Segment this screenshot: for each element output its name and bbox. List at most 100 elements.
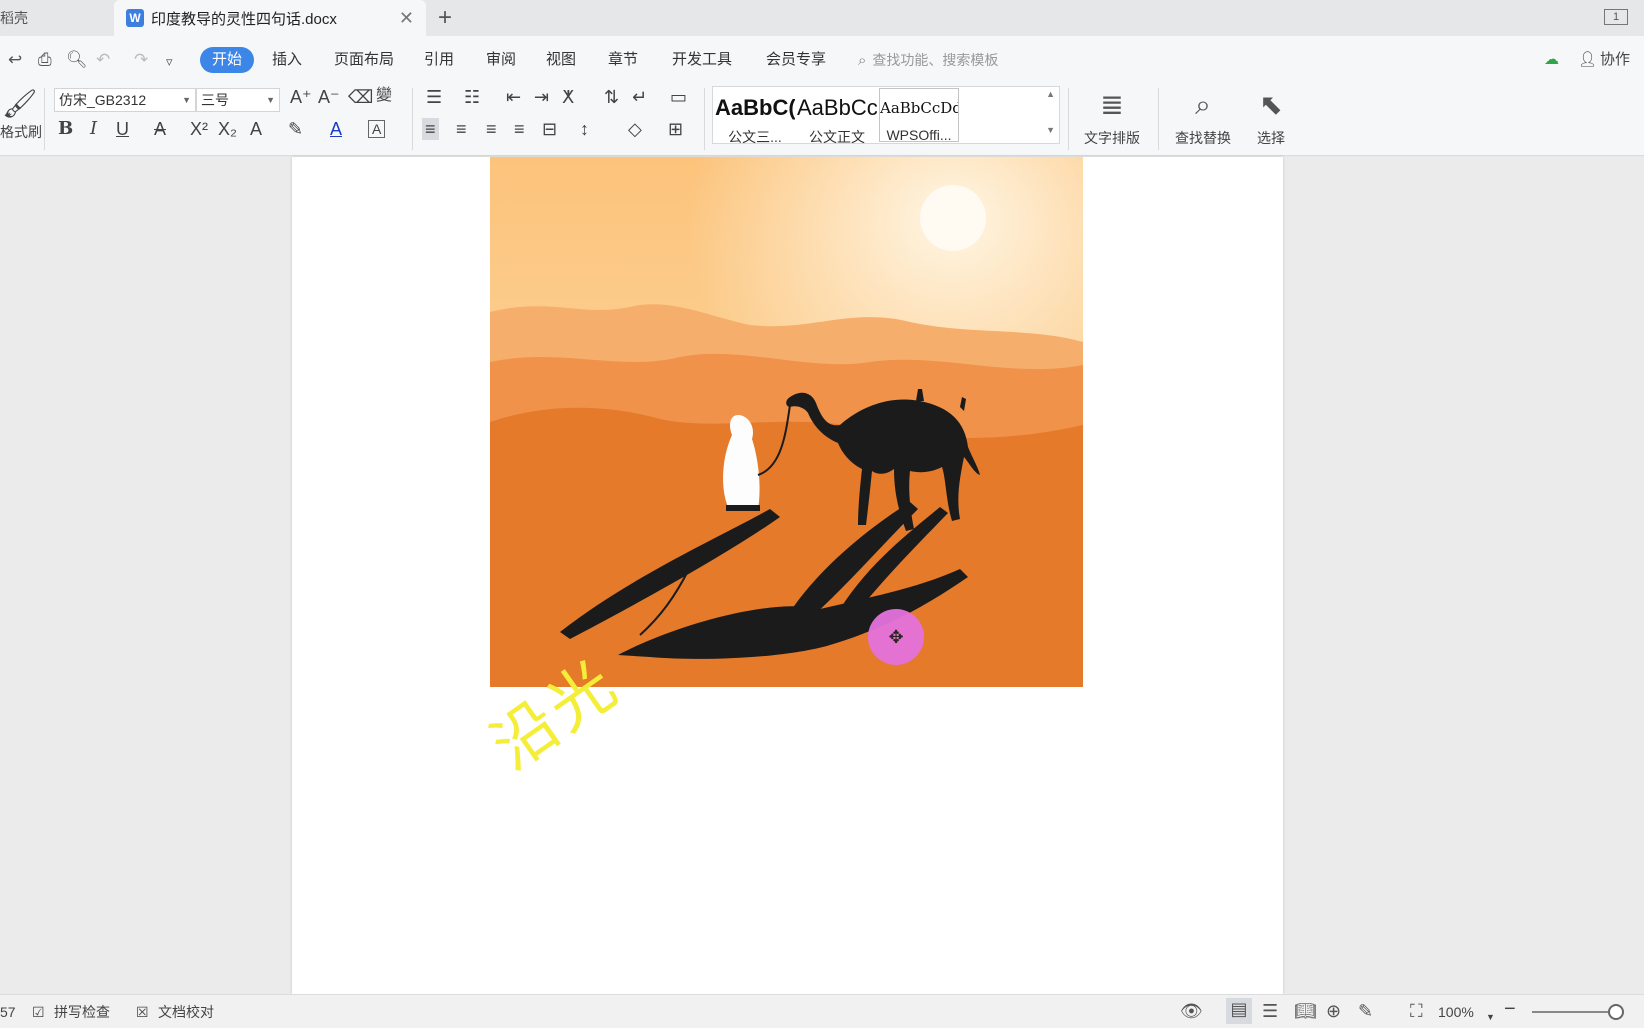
pointer-icon: ⬉ <box>1259 89 1283 120</box>
menu-tab-view[interactable]: 视图 <box>534 47 588 73</box>
page-view-icon[interactable]: ▤ <box>1226 998 1252 1024</box>
style-tile[interactable]: AaBbCc 公文正文 <box>797 87 877 145</box>
web-view-icon[interactable]: ⊕ <box>1326 1000 1341 1022</box>
bullet-list-icon[interactable]: ☰ <box>426 88 442 106</box>
style-sample: AaBbC( <box>715 95 795 120</box>
highlight-icon[interactable]: ✎ <box>288 120 303 138</box>
menu-tab-insert[interactable]: 插入 <box>260 47 314 73</box>
align-right-icon[interactable]: ≡ <box>486 120 497 138</box>
line-spacing-icon[interactable]: ↕ <box>580 120 589 138</box>
redo-icon[interactable]: ↷ <box>134 50 148 70</box>
style-tile[interactable]: AaBbCcDd WPSOffi... <box>879 88 959 143</box>
font-name-select[interactable]: 仿宋_GB2312 ▼ <box>54 88 196 112</box>
gallery-scroll-up-icon[interactable]: ▲ <box>1046 89 1055 99</box>
write-mode-icon[interactable]: ✎ <box>1358 1000 1373 1022</box>
increase-indent-icon[interactable]: ⇥ <box>534 88 549 106</box>
print-icon[interactable]: ⎙ <box>38 50 52 70</box>
gallery-more-icon[interactable]: ▼ <box>1046 125 1055 135</box>
style-tile[interactable]: AaBbC( 公文三... <box>715 87 795 145</box>
text-layout-button[interactable]: ≣ 文字排版 <box>1076 88 1148 148</box>
style-sample: AaBbCc <box>797 95 877 120</box>
cloud-sync-icon[interactable]: ☁ <box>1544 48 1559 72</box>
strikethrough-icon[interactable]: A <box>154 120 166 138</box>
find-replace-button[interactable]: ⌕ 查找替换 <box>1166 88 1240 148</box>
tab-active-document[interactable]: W 印度教导的灵性四句话.docx ✕ <box>114 0 426 36</box>
format-painter-icon[interactable]: 🖌︎ <box>2 90 38 118</box>
font-name-value: 仿宋_GB2312 <box>59 92 147 108</box>
bold-icon[interactable]: B <box>58 120 73 138</box>
char-border-icon[interactable]: A <box>368 120 386 138</box>
magnifier-icon: ⌕ <box>1195 89 1211 120</box>
collab-icon[interactable]: 👤︎ <box>1578 48 1597 72</box>
menu-tab-review[interactable]: 审阅 <box>474 47 528 73</box>
ribbon-divider <box>412 88 413 150</box>
undo-icon[interactable]: ↶ <box>96 50 110 70</box>
back-icon[interactable]: ↩ <box>8 50 22 70</box>
select-button[interactable]: ⬉ 选择 <box>1246 88 1296 148</box>
phonetic-guide-icon[interactable]: 變 <box>376 88 392 104</box>
close-icon[interactable]: ✕ <box>399 8 414 28</box>
grow-font-icon[interactable]: A⁺ <box>290 88 312 106</box>
feature-search[interactable]: ⌕ 查找功能、搜索模板 <box>858 48 998 72</box>
format-painter-label[interactable]: 格式刷 <box>0 125 42 139</box>
search-placeholder: 查找功能、搜索模板 <box>872 52 999 68</box>
menu-tab-chapter[interactable]: 章节 <box>596 47 650 73</box>
tab-title: 印度教导的灵性四句话.docx <box>151 10 337 28</box>
desert-illustration <box>490 157 1083 687</box>
find-replace-label: 查找替换 <box>1175 130 1231 146</box>
shrink-font-icon[interactable]: A⁻ <box>318 88 340 106</box>
font-color-icon[interactable]: A <box>330 120 342 138</box>
justify-icon[interactable]: ≡ <box>514 120 525 138</box>
numbered-list-icon[interactable]: ☷ <box>464 88 480 106</box>
distribute-icon[interactable]: ⊟ <box>542 120 557 138</box>
wps-doc-icon: W <box>126 9 144 27</box>
decrease-indent-icon[interactable]: ⇤ <box>506 88 521 106</box>
menu-tab-member[interactable]: 会员专享 <box>754 47 838 73</box>
spellcheck-label[interactable]: 拼写检查 <box>54 1003 110 1021</box>
italic-icon[interactable]: I <box>90 120 97 138</box>
zoom-out-icon[interactable]: − <box>1504 999 1516 1019</box>
shading-icon[interactable]: ◇ <box>628 120 642 138</box>
underline-icon[interactable]: U <box>116 120 129 138</box>
font-size-value: 三号 <box>201 92 229 108</box>
chinese-layout-icon[interactable]: ⵅ <box>562 88 574 106</box>
borders-icon[interactable]: ⊞ <box>668 120 683 138</box>
style-gallery: AaBbC( 公文三... AaBbCc 公文正文 AaBbCcDd WPSOf… <box>712 86 1060 145</box>
align-left-icon[interactable]: ≡ <box>422 118 439 140</box>
fit-page-icon[interactable]: ⛶ <box>1410 1000 1423 1022</box>
new-tab-icon[interactable]: + <box>438 4 452 32</box>
subscript-icon[interactable]: X₂ <box>218 120 237 138</box>
zoom-slider-handle[interactable] <box>1608 1004 1624 1020</box>
chevron-down-icon[interactable]: ▼ <box>1486 1008 1495 1026</box>
proofread-label[interactable]: 文档校对 <box>158 1003 214 1021</box>
align-center-icon[interactable]: ≡ <box>456 120 467 138</box>
menu-tab-references[interactable]: 引用 <box>412 47 466 73</box>
superscript-icon[interactable]: X² <box>190 120 208 138</box>
desert-camel-image[interactable] <box>490 157 1083 687</box>
menu-tab-home[interactable]: 开始 <box>200 47 255 73</box>
show-marks-icon[interactable]: ↵ <box>632 88 647 106</box>
eye-protection-icon[interactable]: 👁︎ <box>1180 1000 1203 1022</box>
spellcheck-icon[interactable]: ☑ <box>32 1003 45 1021</box>
tab-previous[interactable]: 稻壳 <box>0 0 112 36</box>
print-preview-icon[interactable]: 🔍︎ <box>66 50 88 70</box>
menu-tab-developer[interactable]: 开发工具 <box>660 47 744 73</box>
move-cursor-icon: ✥ <box>868 609 924 665</box>
window-mode-icon[interactable]: 1 <box>1604 9 1628 25</box>
clear-format-icon[interactable]: ⌫ <box>348 88 373 106</box>
page-number-fragment[interactable]: 57 <box>0 1003 16 1021</box>
menu-tab-page-layout[interactable]: 页面布局 <box>322 47 406 73</box>
sort-icon[interactable]: ⇅ <box>604 88 619 106</box>
style-name: 公文正文 <box>809 129 865 145</box>
customize-icon[interactable]: ▿ <box>166 52 173 72</box>
ribbon-divider <box>1158 88 1159 150</box>
font-size-select[interactable]: 三号 ▼ <box>196 88 280 112</box>
collab-label[interactable]: 协作 <box>1600 48 1630 72</box>
ribbon-divider <box>704 88 705 150</box>
reading-view-icon[interactable]: 📖︎ <box>1294 1000 1317 1022</box>
outline-view-icon[interactable]: ☰ <box>1262 1000 1278 1022</box>
text-effect-icon[interactable]: A <box>250 120 262 138</box>
ruler-icon[interactable]: ▭ <box>670 88 687 106</box>
proofread-icon[interactable]: ☒ <box>136 1003 149 1021</box>
zoom-level[interactable]: 100% <box>1438 1003 1474 1021</box>
